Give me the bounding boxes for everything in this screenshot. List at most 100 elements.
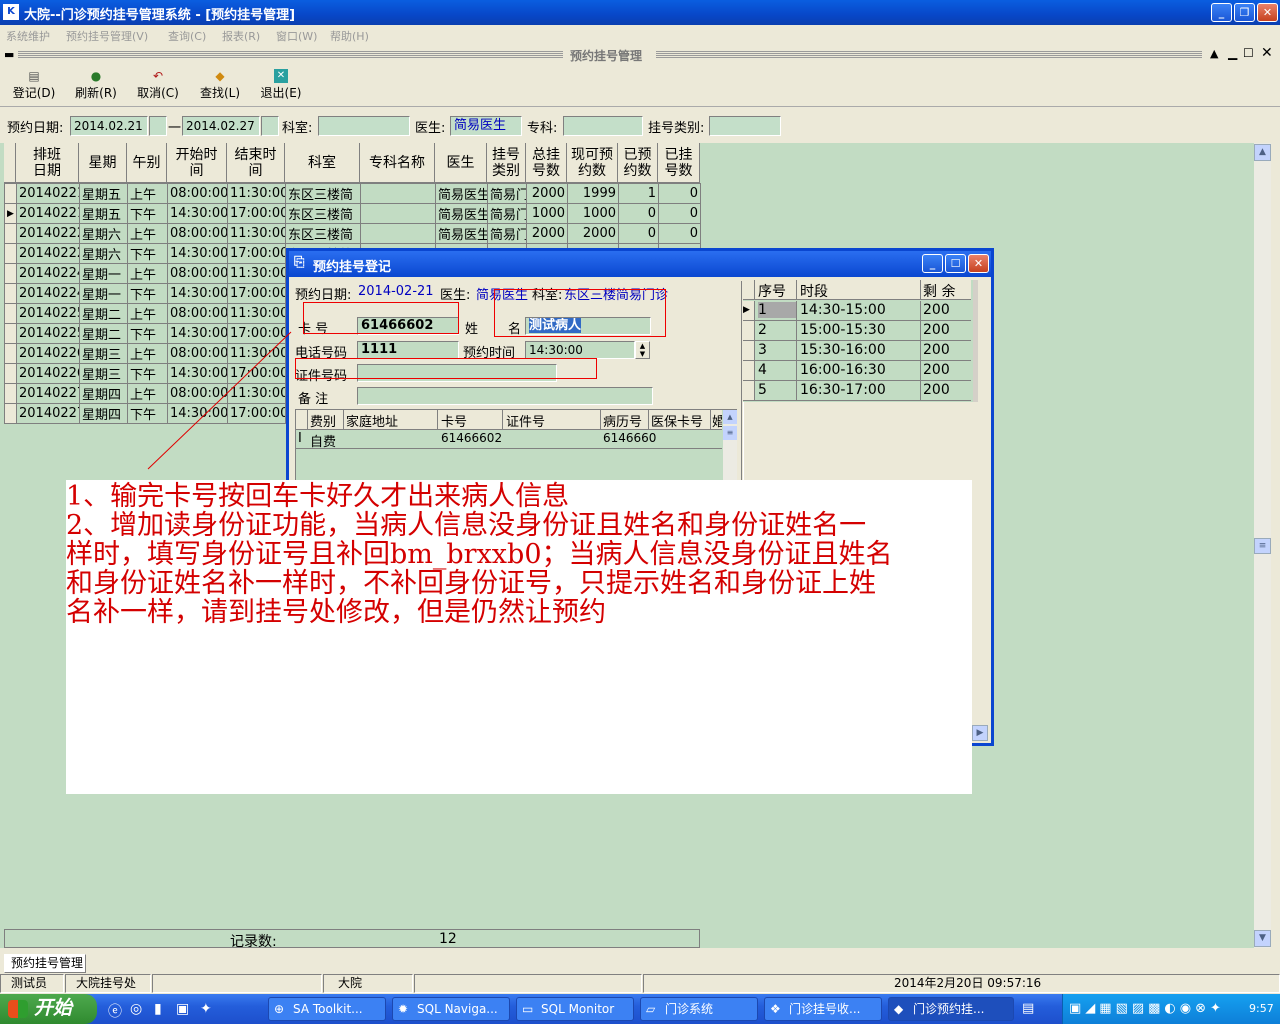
sub-col-card[interactable]: 卡号 (441, 411, 467, 430)
slot-row-indicator[interactable] (743, 381, 755, 400)
sub-col-insurance[interactable]: 医保卡号 (651, 411, 703, 430)
dialog-maximize-button[interactable]: ☐ (945, 254, 966, 273)
slot-row-indicator[interactable] (743, 321, 755, 340)
note-field[interactable] (357, 387, 653, 405)
doctor-field[interactable]: 简易医生 (450, 116, 522, 136)
time-field[interactable]: 14:30:00 (525, 341, 635, 359)
mdi-maximize-button[interactable]: ☐ (1243, 46, 1254, 60)
scroll-thumb[interactable]: ≡ (1254, 538, 1271, 554)
col-special[interactable]: 专科名称 (360, 143, 435, 183)
menu-appointment[interactable]: 预约挂号管理(V) (66, 28, 148, 44)
col-period[interactable]: 午别 (127, 143, 167, 183)
ie-icon[interactable]: ⓔ (108, 1001, 122, 1021)
menu-system[interactable]: 系统维护 (6, 28, 50, 44)
time-slot-row[interactable]: ▶ 1 14:30-15:00 200 (743, 301, 971, 321)
row-indicator[interactable] (4, 403, 17, 424)
slot-row-indicator[interactable]: ▶ (743, 301, 755, 320)
close-button[interactable]: ✕ (1257, 3, 1278, 22)
dialog-minimize-button[interactable]: _ (922, 254, 943, 273)
quicklaunch-icon-3[interactable]: ▮ (154, 1001, 162, 1017)
col-date[interactable]: 排班 日期 (16, 143, 79, 183)
col-end[interactable]: 结束时 间 (227, 143, 285, 183)
task-sql-monitor[interactable]: ▭ SQL Monitor (516, 997, 634, 1021)
time-slot-row[interactable]: 4 16:00-16:30 200 (743, 361, 971, 381)
slot-col-remaining[interactable]: 剩 余 (923, 281, 955, 301)
start-button[interactable]: 开始 (0, 994, 97, 1024)
row-indicator[interactable] (4, 223, 17, 244)
schedule-row[interactable]: 20140222 星期六 上午 08:00:00 11:30:00 东区三楼简 简易医生 简易… (4, 223, 701, 244)
row-indicator[interactable] (4, 283, 17, 304)
dialog-close-button[interactable]: ✕ (968, 254, 989, 273)
col-type[interactable]: 挂号 类别 (487, 143, 526, 183)
row-indicator[interactable] (4, 183, 17, 204)
sub-col-address[interactable]: 家庭地址 (346, 411, 398, 430)
time-spinner[interactable]: ▲ ▼ (635, 341, 650, 359)
col-doctor[interactable]: 医生 (435, 143, 487, 183)
type-field[interactable] (709, 116, 781, 136)
patient-grid-scrollbar[interactable]: ▲ ≡ (723, 410, 737, 483)
quicklaunch-icon-4[interactable]: ▣ (176, 1001, 189, 1017)
slot-col-no[interactable]: 序号 (758, 281, 786, 301)
date-to-field[interactable]: 2014.02.27 (182, 116, 260, 136)
sub-col-record[interactable]: 病历号 (603, 411, 642, 430)
scroll-up-button[interactable]: ▲ (1254, 144, 1271, 161)
register-button[interactable]: ▤ 登记(D) (6, 69, 62, 105)
menu-report[interactable]: 报表(R) (222, 28, 260, 44)
col-available[interactable]: 现可预 约数 (567, 143, 618, 183)
refresh-button[interactable]: ● 刷新(R) (68, 69, 124, 105)
restore-button[interactable]: ❐ (1234, 3, 1255, 22)
menu-help[interactable]: 帮助(H) (330, 28, 369, 44)
mdi-minimize-button[interactable]: ▁ (1228, 46, 1237, 60)
dept-field[interactable] (318, 116, 410, 136)
col-dept[interactable]: 科室 (285, 143, 360, 183)
mdi-close-button[interactable]: ✕ (1261, 45, 1273, 61)
mdi-tab-appointment[interactable]: 预约挂号管理 (4, 954, 86, 973)
find-button[interactable]: ◆ 查找(L) (192, 69, 248, 105)
row-indicator[interactable] (4, 263, 17, 284)
task-sa-toolkit[interactable]: ⊕ SA Toolkit... (268, 997, 386, 1021)
keyboard-icon[interactable]: ▤ (1022, 1001, 1034, 1016)
date-to-dropdown[interactable] (261, 116, 279, 136)
row-indicator[interactable] (4, 343, 17, 364)
dialog-scroll-right-button[interactable]: ▶ (972, 725, 988, 741)
schedule-row[interactable]: 20140221 星期五 上午 08:00:00 11:30:00 东区三楼简 简易医生 简易… (4, 183, 701, 204)
row-indicator[interactable] (4, 243, 17, 264)
row-indicator[interactable] (4, 303, 17, 324)
minimize-button[interactable]: _ (1211, 3, 1232, 22)
task-clinic-fee[interactable]: ❖ 门诊挂号收... (764, 997, 882, 1021)
row-indicator[interactable] (4, 383, 17, 404)
time-slot-row[interactable]: 5 16:30-17:00 200 (743, 381, 971, 401)
cancel-button[interactable]: ↶ 取消(C) (130, 69, 186, 105)
row-indicator[interactable]: ▶ (4, 203, 17, 224)
quicklaunch-icon-2[interactable]: ◎ (130, 1001, 142, 1017)
col-start[interactable]: 开始时 间 (167, 143, 227, 183)
sub-col-marriage[interactable]: 婚 (712, 411, 722, 430)
row-indicator[interactable] (4, 363, 17, 384)
slot-row-indicator[interactable] (743, 361, 755, 380)
task-sql-navigator[interactable]: ✹ SQL Naviga... (392, 997, 510, 1021)
col-registered[interactable]: 已挂 号数 (658, 143, 700, 183)
menu-window[interactable]: 窗口(W) (276, 28, 317, 44)
quicklaunch-icon-5[interactable]: ✦ (200, 1001, 212, 1017)
slot-row-indicator[interactable] (743, 341, 755, 360)
row-indicator[interactable] (4, 323, 17, 344)
date-from-dropdown[interactable] (149, 116, 167, 136)
task-clinic-system[interactable]: ▱ 门诊系统 (640, 997, 758, 1021)
menu-query[interactable]: 查询(C) (168, 28, 206, 44)
date-from-field[interactable]: 2014.02.21 (70, 116, 148, 136)
schedule-row[interactable]: ▶ 20140221 星期五 下午 14:30:00 17:00:00 东区三楼简 简易医生简… (4, 203, 701, 224)
col-weekday[interactable]: 星期 (79, 143, 127, 183)
special-field[interactable] (563, 116, 643, 136)
workspace-scrollbar[interactable]: ▲ ≡ ▼ (1254, 143, 1271, 948)
slot-col-period[interactable]: 时段 (800, 281, 828, 301)
task-appointment[interactable]: ◆ 门诊预约挂... (888, 997, 1014, 1021)
time-slot-row[interactable]: 3 15:30-16:00 200 (743, 341, 971, 361)
sub-col-fee[interactable]: 费别 (310, 411, 336, 430)
tray-icons[interactable]: ▣◢▦▧▨▩◐◉⊗✦ (1069, 1001, 1225, 1016)
col-booked[interactable]: 已预 约数 (618, 143, 658, 183)
scroll-down-button[interactable]: ▼ (1254, 930, 1271, 947)
patient-row[interactable]: I 自费 61466602 6146660 (296, 430, 722, 450)
time-slot-row[interactable]: 2 15:00-15:30 200 (743, 321, 971, 341)
phone-field[interactable]: 1111 (357, 341, 459, 359)
mdi-menu-icon[interactable]: ▬ (4, 48, 14, 61)
